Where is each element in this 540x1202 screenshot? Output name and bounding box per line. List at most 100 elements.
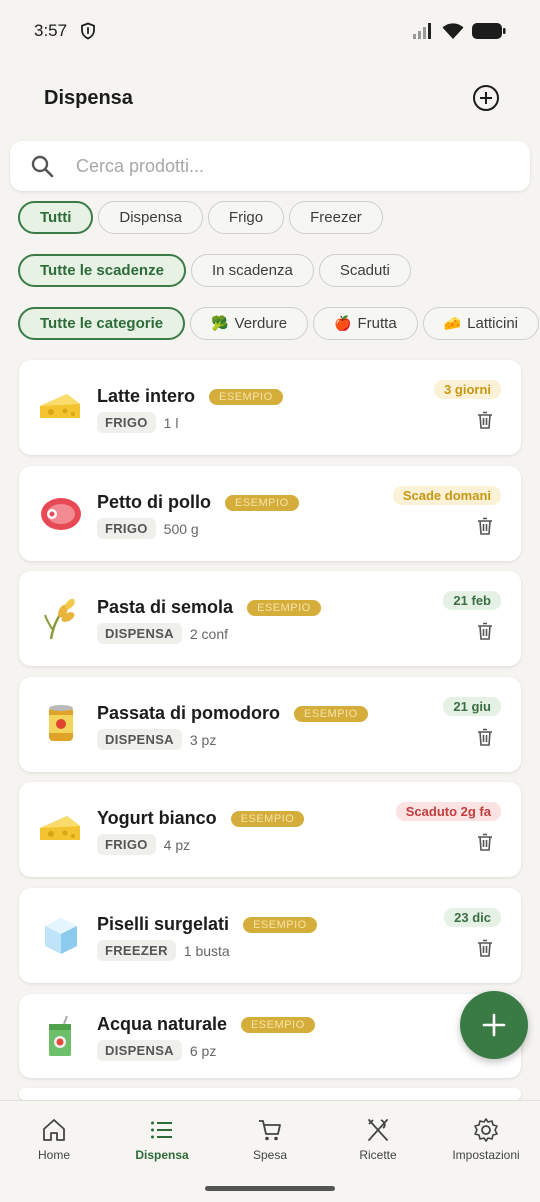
shield-icon bbox=[81, 22, 95, 40]
location-badge: FRIGO bbox=[97, 412, 156, 433]
nav-item-home[interactable]: Home bbox=[0, 1116, 108, 1162]
ice-cube-icon bbox=[45, 918, 77, 954]
cart-icon bbox=[259, 1120, 281, 1141]
item-meta: FRIGO 500 g bbox=[97, 518, 199, 539]
trash-icon[interactable] bbox=[475, 516, 495, 536]
meat-icon bbox=[41, 498, 81, 530]
nav-item-ricette[interactable]: Ricette bbox=[324, 1116, 432, 1162]
add-item-button[interactable] bbox=[460, 991, 528, 1059]
expiry-badge: 21 giu bbox=[443, 697, 501, 716]
home-indicator bbox=[205, 1186, 335, 1191]
filter-chip-frutta[interactable]: 🍎 Frutta bbox=[313, 307, 418, 340]
item-name: Pasta di semola bbox=[97, 597, 234, 617]
filter-chip-tutte-scadenze[interactable]: Tutte le scadenze bbox=[18, 254, 186, 287]
item-meta: FRIGO 4 pz bbox=[97, 834, 190, 855]
example-tag: ESEMPIO bbox=[294, 705, 368, 722]
item-name-row: Yogurt bianco ESEMPIO bbox=[97, 808, 305, 829]
nav-item-impostazioni[interactable]: Impostazioni bbox=[432, 1116, 540, 1162]
chip-label: Frutta bbox=[357, 315, 397, 332]
location-filter-row: Tutti Dispensa Frigo Freezer bbox=[18, 201, 540, 235]
utensils-icon bbox=[368, 1119, 388, 1141]
location-badge: DISPENSA bbox=[97, 729, 182, 750]
filter-chip-latticini[interactable]: 🧀 Latticini bbox=[422, 307, 539, 340]
item-name: Petto di pollo bbox=[97, 492, 211, 512]
filter-chip-frigo[interactable]: Frigo bbox=[207, 201, 285, 234]
example-tag: ESEMPIO bbox=[241, 1016, 315, 1033]
add-circle-icon[interactable] bbox=[472, 84, 500, 112]
nav-item-dispensa[interactable]: Dispensa bbox=[108, 1116, 216, 1162]
filter-chip-verdure[interactable]: 🥦 Verdure bbox=[190, 307, 309, 340]
example-tag: ESEMPIO bbox=[243, 916, 317, 933]
cheese-icon bbox=[40, 816, 80, 840]
filter-chip-tutti[interactable]: Tutti bbox=[18, 201, 94, 234]
nav-item-spesa[interactable]: Spesa bbox=[216, 1116, 324, 1162]
trash-icon[interactable] bbox=[475, 832, 495, 852]
apple-icon: 🍎 bbox=[334, 315, 352, 331]
location-badge: FRIGO bbox=[97, 834, 156, 855]
location-badge: DISPENSA bbox=[97, 1040, 182, 1061]
item-meta: FRIGO 1 l bbox=[97, 412, 178, 433]
pantry-item-card[interactable]: Acqua naturale ESEMPIO DISPENSA 6 pz bbox=[19, 994, 521, 1078]
item-quantity: 3 pz bbox=[189, 731, 217, 748]
example-tag: ESEMPIO bbox=[225, 494, 299, 511]
broccoli-icon: 🥦 bbox=[211, 315, 229, 331]
status-icons bbox=[412, 22, 506, 40]
page-title: Dispensa bbox=[44, 86, 133, 109]
expiry-badge: 3 giorni bbox=[434, 380, 501, 399]
trash-icon[interactable] bbox=[475, 410, 495, 430]
filter-chip-freezer[interactable]: Freezer bbox=[289, 201, 383, 234]
example-tag: ESEMPIO bbox=[247, 599, 321, 616]
chip-label: Latticini bbox=[467, 315, 518, 332]
expiry-badge: Scade domani bbox=[392, 486, 501, 505]
item-quantity: 1 l bbox=[163, 414, 179, 431]
filter-chip-dispensa[interactable]: Dispensa bbox=[98, 201, 203, 234]
pantry-item-card[interactable]: Piselli surgelati ESEMPIO FREEZER 1 busta … bbox=[19, 888, 521, 983]
example-tag: ESEMPIO bbox=[209, 388, 283, 405]
search-input[interactable] bbox=[76, 155, 496, 177]
item-meta: DISPENSA 3 pz bbox=[97, 729, 216, 750]
item-name-row: Acqua naturale ESEMPIO bbox=[97, 1014, 315, 1035]
list-icon bbox=[151, 1121, 172, 1139]
search-bar bbox=[10, 141, 530, 191]
item-name: Yogurt bianco bbox=[97, 808, 217, 828]
category-filter-row: Tutte le categorie 🥦 Verdure 🍎 Frutta 🧀 Lat… bbox=[18, 307, 540, 341]
trash-icon[interactable] bbox=[475, 621, 495, 641]
signal-icon bbox=[413, 23, 431, 39]
filter-chip-in-scadenza[interactable]: In scadenza bbox=[190, 254, 314, 287]
pantry-item-card[interactable] bbox=[19, 1088, 521, 1100]
expiry-badge: Scaduto 2g fa bbox=[395, 802, 501, 821]
item-quantity: 500 g bbox=[163, 520, 199, 537]
nav-label: Impostazioni bbox=[452, 1148, 520, 1162]
filter-chip-tutte-categorie[interactable]: Tutte le categorie bbox=[18, 307, 186, 340]
item-name-row: Petto di pollo ESEMPIO bbox=[97, 492, 299, 513]
expiry-badge: 23 dic bbox=[444, 908, 501, 927]
item-name: Piselli surgelati bbox=[97, 914, 230, 934]
status-time: 3:57 bbox=[34, 21, 68, 40]
item-name-row: Latte intero ESEMPIO bbox=[97, 386, 283, 407]
search-icon bbox=[31, 155, 54, 178]
pantry-item-card[interactable]: Yogurt bianco ESEMPIO FRIGO 4 pz Scaduto 2… bbox=[19, 782, 521, 877]
battery-icon bbox=[472, 23, 506, 39]
wifi-icon bbox=[442, 23, 464, 39]
status-bar: 3:57 bbox=[0, 0, 540, 62]
pantry-item-card[interactable]: Petto di pollo ESEMPIO FRIGO 500 g Scade d… bbox=[19, 466, 521, 561]
item-meta: DISPENSA 2 conf bbox=[97, 623, 228, 644]
item-quantity: 6 pz bbox=[189, 1042, 217, 1059]
nav-label: Home bbox=[37, 1148, 70, 1162]
canned-food-icon bbox=[49, 705, 73, 741]
pantry-item-card[interactable]: Latte intero ESEMPIO FRIGO 1 l 3 giorni bbox=[19, 360, 521, 455]
item-quantity: 2 conf bbox=[189, 625, 229, 642]
pantry-item-card[interactable]: Passata di pomodoro ESEMPIO DISPENSA 3 pz … bbox=[19, 677, 521, 772]
home-icon bbox=[43, 1119, 65, 1141]
item-name-row: Passata di pomodoro ESEMPIO bbox=[97, 703, 368, 724]
filter-chip-scaduti[interactable]: Scaduti bbox=[318, 254, 411, 287]
trash-icon[interactable] bbox=[475, 938, 495, 958]
location-badge: FRIGO bbox=[97, 518, 156, 539]
trash-icon[interactable] bbox=[475, 727, 495, 747]
item-name-row: Pasta di semola ESEMPIO bbox=[97, 597, 321, 618]
chip-label: Verdure bbox=[234, 315, 288, 332]
nav-label: Dispensa bbox=[135, 1148, 189, 1162]
pantry-item-card[interactable]: Pasta di semola ESEMPIO DISPENSA 2 conf 21… bbox=[19, 571, 521, 666]
item-name-row: Piselli surgelati ESEMPIO bbox=[97, 914, 317, 935]
item-quantity: 1 busta bbox=[183, 942, 230, 959]
